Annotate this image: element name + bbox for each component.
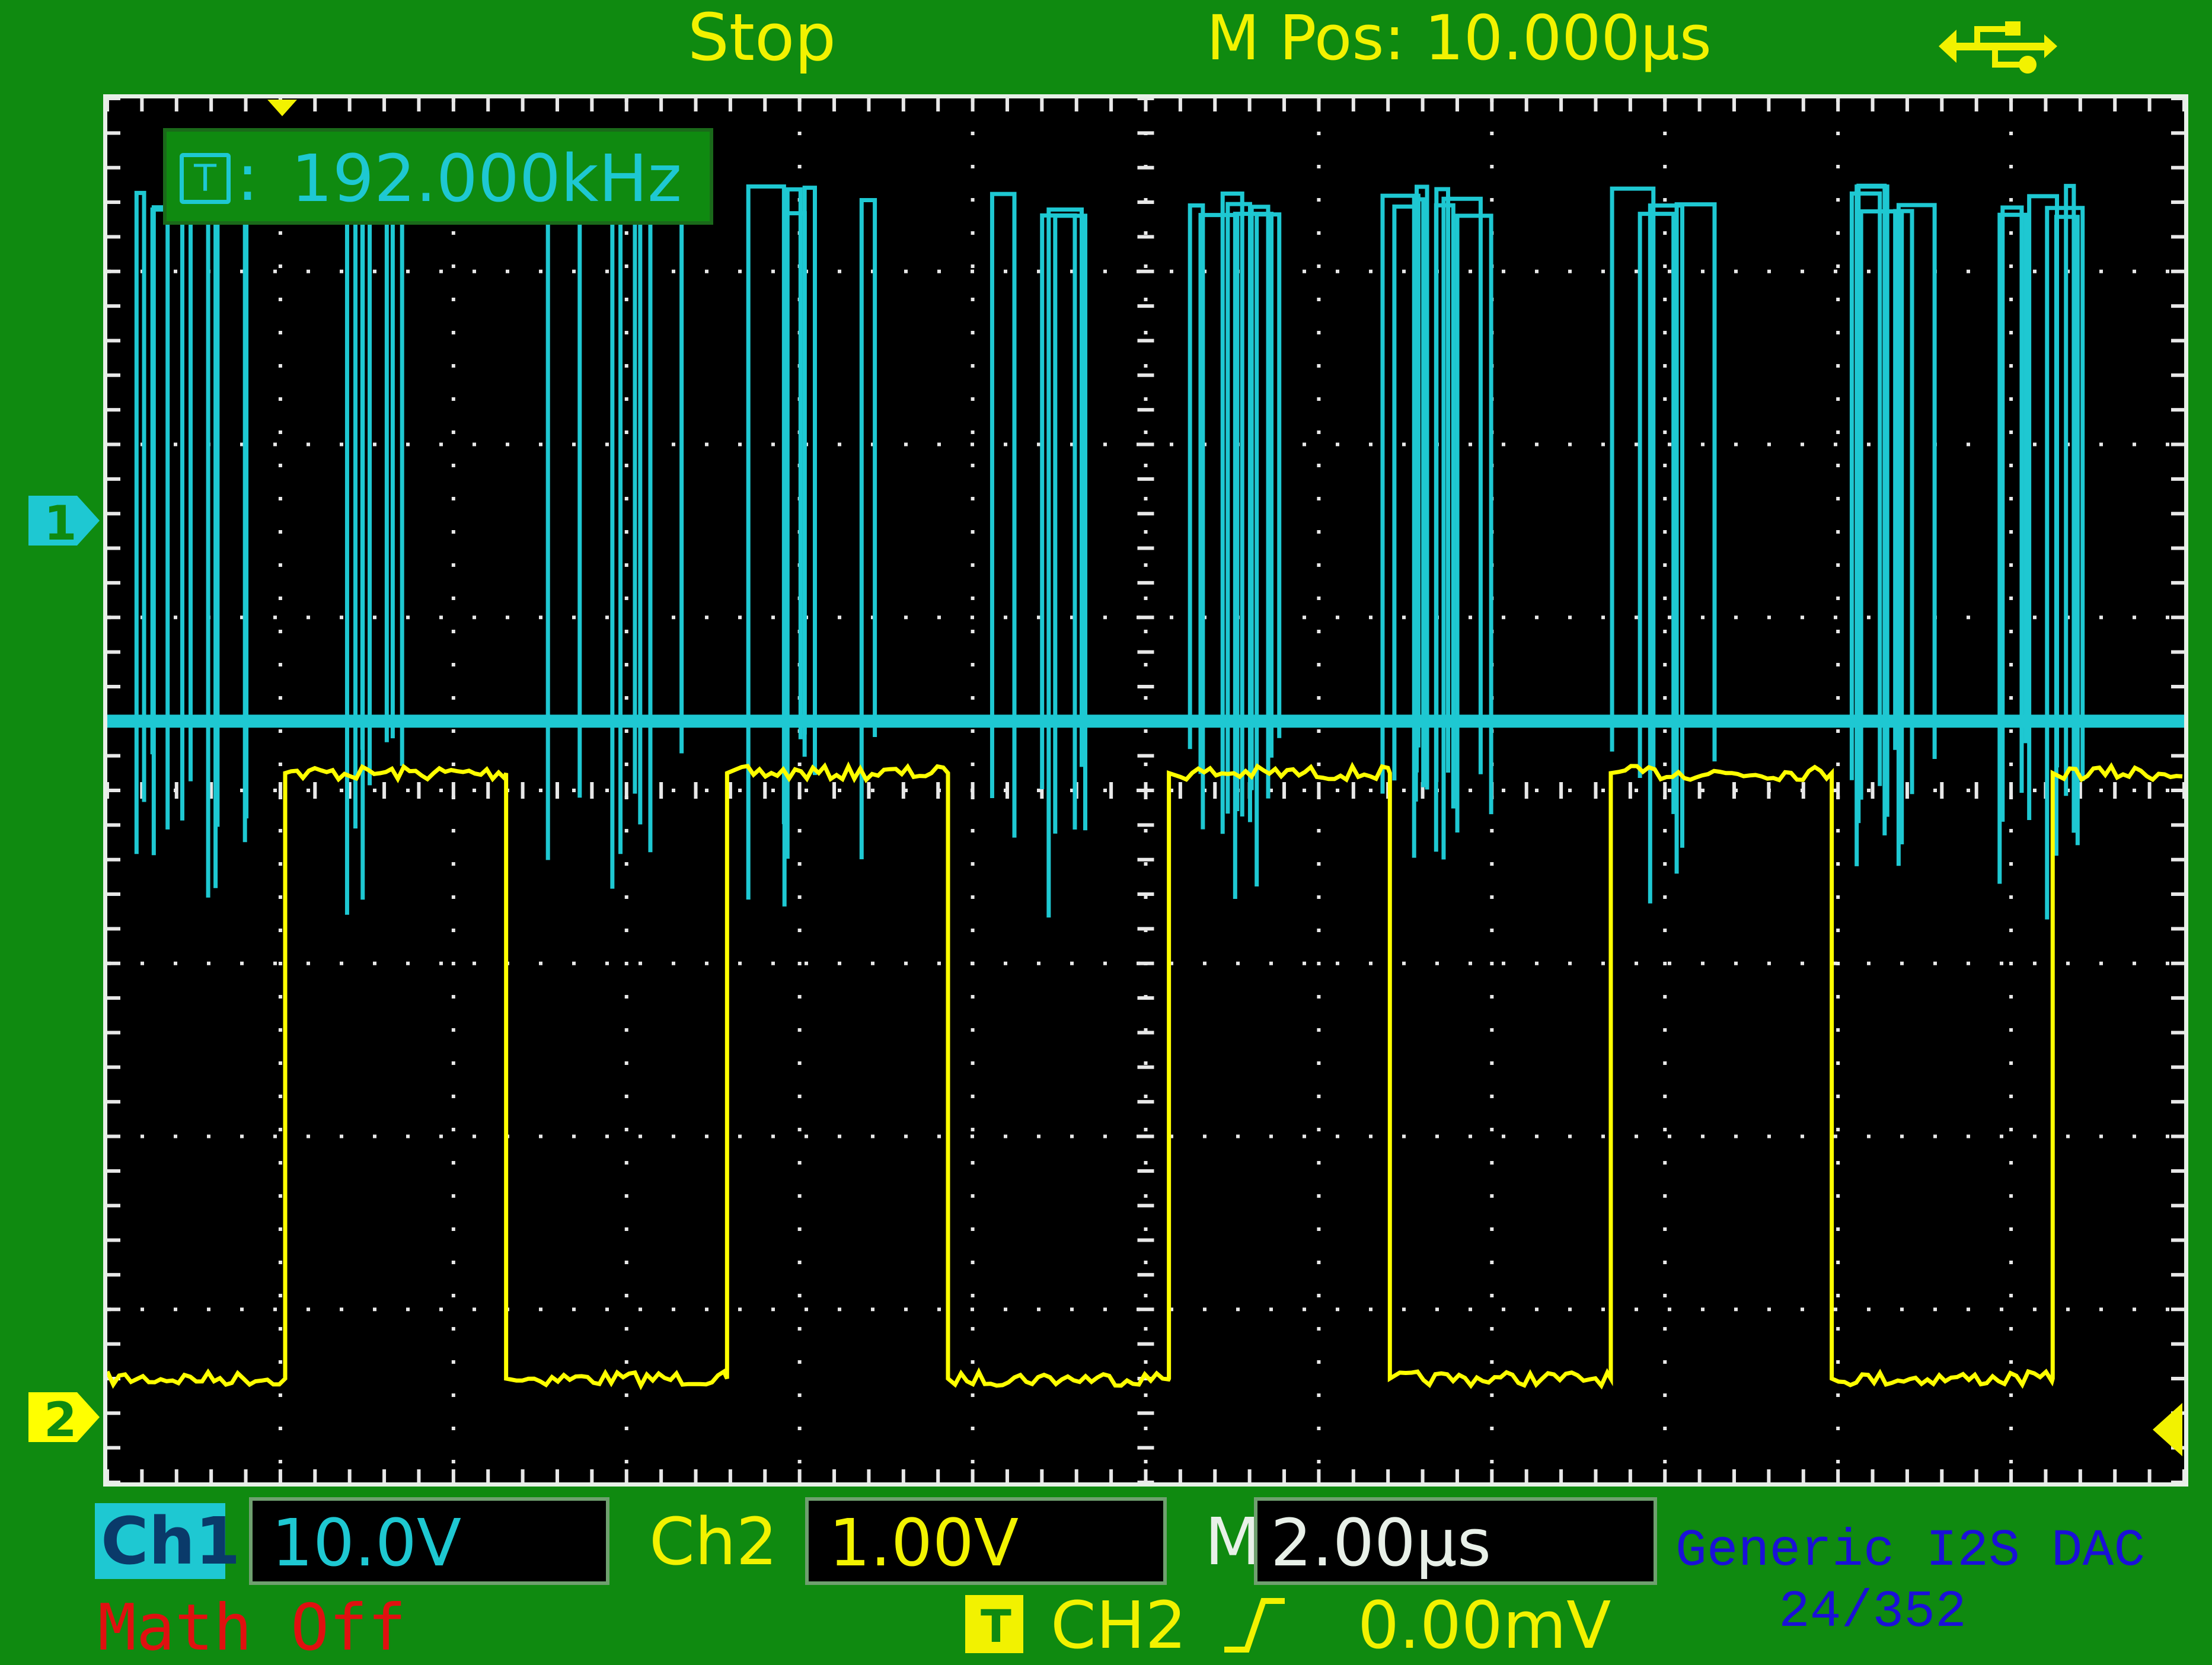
trigger-source[interactable]: CH2	[1051, 1593, 1187, 1658]
ch1-data-pulse	[2064, 184, 2076, 833]
ch1-data-pulse	[134, 190, 146, 854]
usb-icon	[1939, 17, 2057, 76]
ch1-data-pulse	[618, 217, 643, 854]
ch1-data-pulse	[344, 184, 389, 915]
trigger-readout-separator: :	[237, 139, 259, 215]
ch1-scale-box[interactable]: 10.0V	[249, 1497, 609, 1585]
ch1-data-pulse	[1188, 203, 1205, 830]
trigger-t-icon-letter: T	[194, 157, 216, 200]
caption-line-1: Generic I2S DAC	[1675, 1522, 2146, 1581]
ch1-data-pulse	[990, 192, 1017, 838]
scope-display: T : 192.000kHz	[103, 94, 2188, 1487]
ch1-scale-label: Ch1	[101, 1503, 241, 1579]
trigger-frequency-readout: T : 192.000kHz	[163, 128, 713, 225]
trigger-t-icon: T	[180, 153, 231, 204]
ch1-data-pulse	[1249, 205, 1271, 799]
timebase-value: 2.00µs	[1271, 1505, 1492, 1581]
math-status[interactable]: Math Off	[98, 1596, 406, 1660]
ch1-data-pulse	[180, 213, 220, 827]
run-state-label: Stop	[688, 0, 837, 75]
ch1-data-pulse	[353, 202, 365, 829]
main-position-readout: M Pos: 10.000µs	[1206, 2, 1712, 74]
ch1-data-pulse	[213, 186, 247, 888]
ch1-scale-value: 10.0V	[272, 1505, 462, 1581]
ch1-data-pulse	[151, 205, 170, 856]
timebase-label[interactable]: M	[1205, 1509, 1261, 1574]
trigger-frequency-value: 192.000kHz	[291, 141, 682, 216]
ch2-scale-label[interactable]: Ch2	[649, 1509, 778, 1574]
ch2-marker-label: 2	[44, 1392, 77, 1447]
ch1-data-pulse	[1610, 186, 1656, 770]
trigger-t-badge-letter: T	[981, 1600, 1011, 1653]
ch2-marker[interactable]: 2	[28, 1388, 101, 1447]
ch2-scale-value: 1.00V	[829, 1505, 1019, 1581]
ch1-data-pulse	[1455, 213, 1493, 833]
ch1-scale-label-box[interactable]: Ch1	[95, 1503, 241, 1579]
ch1-data-pulse	[785, 187, 803, 859]
ch1-trace-group	[107, 183, 2184, 920]
trigger-position-marker	[267, 100, 297, 117]
caption-line-2: 24/352	[1779, 1583, 1967, 1642]
ch1-marker[interactable]: 1	[28, 491, 101, 551]
ch1-data-pulse	[150, 207, 193, 782]
trigger-level-marker	[2153, 1403, 2182, 1456]
graticule	[107, 98, 2184, 1482]
waveform-area	[107, 98, 2184, 1482]
ch1-marker-label: 1	[44, 496, 77, 551]
ch1-data-pulse	[545, 198, 582, 860]
timebase-box[interactable]: 2.00µs	[1254, 1497, 1657, 1585]
ch1-data-pulse	[1896, 203, 1937, 866]
ch1-data-pulse	[648, 211, 684, 853]
ch1-data-pulse	[610, 209, 637, 889]
trigger-t-badge: T	[965, 1595, 1023, 1653]
ch2-scale-box[interactable]: 1.00V	[805, 1497, 1167, 1585]
rising-edge-icon	[1218, 1595, 1289, 1654]
trigger-level[interactable]: 0.00mV	[1358, 1593, 1611, 1658]
ch1-data-pulse	[859, 198, 877, 860]
ch1-data-pulse	[368, 184, 395, 786]
